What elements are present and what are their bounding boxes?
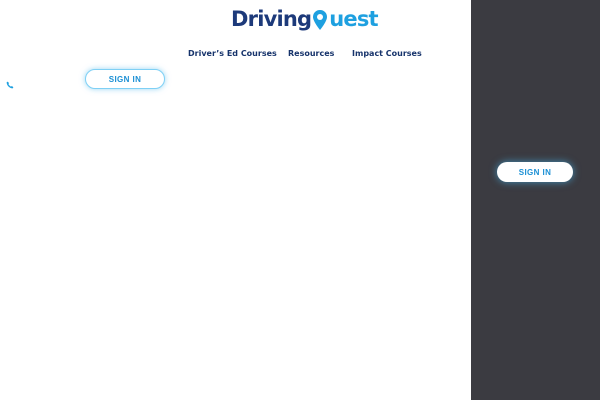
logo-text-uest: uest xyxy=(329,7,378,31)
phone-icon[interactable] xyxy=(6,74,14,89)
signin-button-header[interactable]: SIGN IN xyxy=(85,69,165,89)
side-panel: SIGN IN xyxy=(471,0,600,400)
logo-text-driving: Driving xyxy=(231,7,312,31)
signin-button-side-panel[interactable]: SIGN IN xyxy=(497,162,573,182)
nav-drivers-ed-courses[interactable]: Driver’s Ed Courses xyxy=(188,49,277,58)
nav-resources[interactable]: Resources xyxy=(288,49,334,58)
nav-impact-courses[interactable]: Impact Courses xyxy=(352,49,422,58)
map-pin-icon xyxy=(312,9,328,30)
brand-logo[interactable]: Driving uest xyxy=(231,6,379,32)
